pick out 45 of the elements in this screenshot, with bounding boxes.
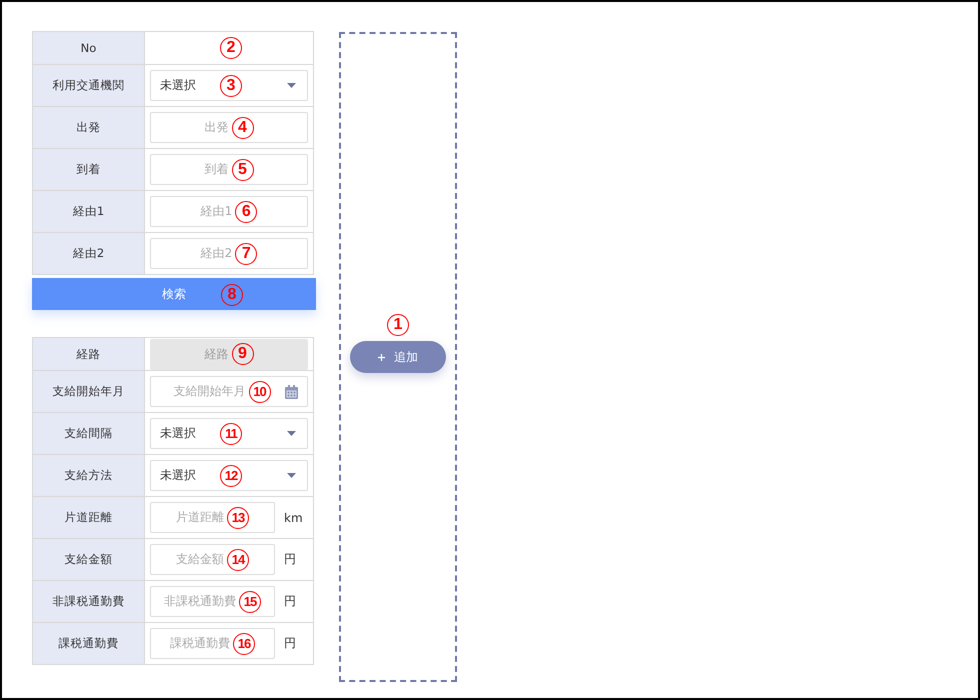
unit-label: 円: [284, 551, 296, 568]
plus-icon: [378, 354, 385, 360]
text-input[interactable]: 経由1 6: [150, 196, 308, 227]
caret-icon: [287, 83, 296, 88]
label-cell: 経由1: [33, 191, 145, 232]
annotation-marker: 1: [387, 314, 409, 336]
unit-label: 円: [284, 593, 296, 610]
annotation-marker: 13: [227, 506, 249, 528]
annotation-marker: 4: [232, 116, 254, 138]
text-input[interactable]: 非課税通勤費 15: [150, 586, 275, 617]
label-cell: 支給開始年月: [33, 371, 145, 412]
annotation-marker: 15: [239, 590, 261, 612]
label-cell: 経路: [33, 338, 145, 370]
calendar-icon: [285, 384, 298, 398]
add-button[interactable]: 追加: [350, 341, 446, 373]
text-input[interactable]: 片道距離 13: [150, 502, 275, 533]
text-input[interactable]: 支給金額 14: [150, 544, 275, 575]
label-cell: 利用交通機関: [33, 65, 145, 106]
text-input[interactable]: 到着 5: [150, 154, 308, 185]
annotation-marker: 2: [220, 37, 242, 59]
label-cell: 支給方法: [33, 455, 145, 496]
annotation-marker: 7: [235, 242, 258, 264]
text-input[interactable]: 経由2 7: [150, 238, 308, 269]
annotation-marker: 16: [233, 632, 255, 654]
label-cell: 支給間隔: [33, 413, 145, 454]
label-cell: 課税通勤費: [33, 623, 145, 664]
label-cell: 経由2: [33, 233, 145, 274]
text-input[interactable]: 課税通勤費 16: [150, 628, 275, 659]
unit-label: 円: [284, 635, 296, 652]
label-cell: 片道距離: [33, 497, 145, 538]
caret-icon: [287, 473, 296, 478]
annotation-marker: 6: [235, 200, 258, 222]
date-field[interactable]: 支給開始年月 10: [150, 376, 308, 407]
caret-icon: [287, 431, 296, 436]
annotation-marker: 5: [232, 158, 254, 180]
label-cell: 出発: [33, 107, 145, 148]
annotation-marker: 9: [232, 343, 254, 365]
unit-label: km: [284, 510, 303, 524]
annotation-marker: 10: [248, 380, 270, 402]
label-cell: 非課税通勤費: [33, 581, 145, 622]
label-cell: No: [33, 32, 145, 64]
annotation-marker: 14: [227, 548, 249, 570]
label-cell: 到着: [33, 149, 145, 190]
label-cell: 支給金額: [33, 539, 145, 580]
text-input[interactable]: 出発 4: [150, 112, 308, 143]
